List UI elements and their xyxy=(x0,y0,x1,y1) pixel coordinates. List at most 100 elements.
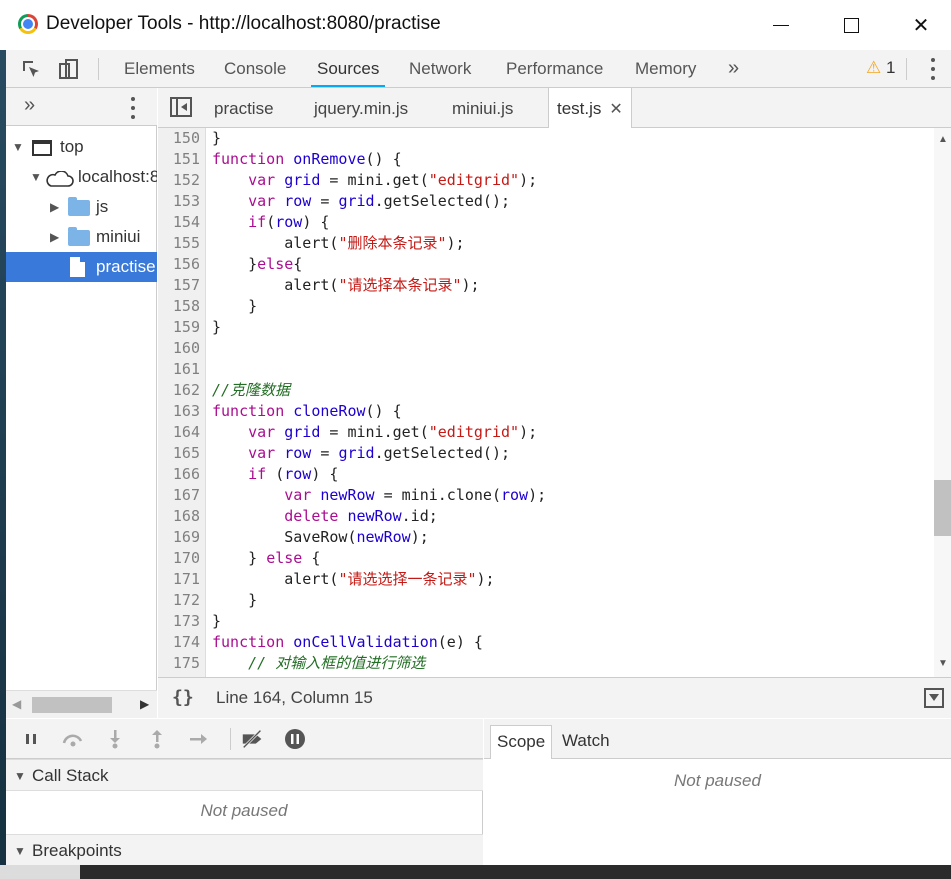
line-number[interactable]: 159 xyxy=(158,317,200,338)
tree-item-miniui[interactable]: ▶ miniui xyxy=(6,222,157,252)
code-line[interactable]: 154 if(row) { xyxy=(158,212,928,233)
tab-performance[interactable]: Performance xyxy=(506,50,603,87)
step-button[interactable] xyxy=(186,727,212,751)
line-number[interactable]: 165 xyxy=(158,443,200,464)
tree-item-js[interactable]: ▶ js xyxy=(6,192,157,222)
more-tabs-button[interactable]: » xyxy=(728,50,739,87)
code-line[interactable]: 150} xyxy=(158,128,928,149)
editor-vertical-scrollbar[interactable]: ▲ ▼ xyxy=(934,128,951,677)
warnings-counter[interactable]: ⚠ 1 xyxy=(866,58,895,78)
line-number[interactable]: 169 xyxy=(158,527,200,548)
code-line[interactable]: 164 var grid = mini.get("editgrid"); xyxy=(158,422,928,443)
code-line[interactable]: 165 var row = grid.getSelected(); xyxy=(158,443,928,464)
line-number[interactable]: 153 xyxy=(158,191,200,212)
minimize-button[interactable] xyxy=(766,10,796,40)
line-number[interactable]: 167 xyxy=(158,485,200,506)
code-line[interactable]: 155 alert("删除本条记录"); xyxy=(158,233,928,254)
call-stack-header[interactable]: ▼ Call Stack xyxy=(6,759,483,791)
line-number[interactable]: 174 xyxy=(158,632,200,653)
editor-tab-practise[interactable]: practise xyxy=(214,88,274,128)
editor-tab-miniui[interactable]: miniui.js xyxy=(452,88,513,128)
code-line[interactable]: 167 var newRow = mini.clone(row); xyxy=(158,485,928,506)
code-line[interactable]: 156 }else{ xyxy=(158,254,928,275)
inspect-element-button[interactable] xyxy=(18,56,44,82)
customize-menu-button[interactable] xyxy=(930,58,936,80)
code-line[interactable]: 151 function onRemove() { xyxy=(158,149,928,170)
tab-elements[interactable]: Elements xyxy=(124,50,195,87)
tree-item-practise[interactable]: practise xyxy=(6,252,157,282)
code-line[interactable]: 166 if (row) { xyxy=(158,464,928,485)
scrollbar-thumb[interactable] xyxy=(32,697,112,713)
editor-tab-jquery[interactable]: jquery.min.js xyxy=(314,88,408,128)
more-navigator-tabs-icon[interactable]: » xyxy=(24,94,35,117)
line-number[interactable]: 166 xyxy=(158,464,200,485)
tab-memory[interactable]: Memory xyxy=(635,50,696,87)
code-line[interactable]: 175 // 对输入框的值进行筛选 xyxy=(158,653,928,674)
device-toolbar-button[interactable] xyxy=(56,56,82,82)
line-number[interactable]: 164 xyxy=(158,422,200,443)
code-line[interactable]: 163 function cloneRow() { xyxy=(158,401,928,422)
line-number[interactable]: 150 xyxy=(158,128,200,149)
line-number[interactable]: 156 xyxy=(158,254,200,275)
code-line[interactable]: 157 alert("请选择本条记录"); xyxy=(158,275,928,296)
line-number[interactable]: 155 xyxy=(158,233,200,254)
pretty-print-button[interactable]: {} xyxy=(172,687,194,708)
line-number[interactable]: 154 xyxy=(158,212,200,233)
line-number[interactable]: 173 xyxy=(158,611,200,632)
navigator-horizontal-scrollbar[interactable]: ◀ ▶ xyxy=(6,690,157,718)
line-number[interactable]: 171 xyxy=(158,569,200,590)
close-button[interactable]: ✕ xyxy=(906,10,936,40)
line-number[interactable]: 152 xyxy=(158,170,200,191)
step-into-button[interactable] xyxy=(102,727,128,751)
code-line[interactable]: 174 function onCellValidation(e) { xyxy=(158,632,928,653)
step-out-button[interactable] xyxy=(144,727,170,751)
code-line[interactable]: 159} xyxy=(158,317,928,338)
line-number[interactable]: 161 xyxy=(158,359,200,380)
tree-item-top[interactable]: ▼ top xyxy=(6,132,157,162)
scrollbar-thumb[interactable] xyxy=(934,480,951,536)
code-line[interactable]: 172 } xyxy=(158,590,928,611)
toggle-navigator-icon[interactable] xyxy=(170,97,192,117)
scroll-right-icon[interactable]: ▶ xyxy=(140,697,149,711)
navigator-menu-button[interactable] xyxy=(130,97,136,119)
code-editor[interactable]: 150} 151 function onRemove() {152 var grid… xyxy=(158,128,951,677)
code-line[interactable]: 153 var row = grid.getSelected(); xyxy=(158,191,928,212)
pause-on-exceptions-button[interactable] xyxy=(282,727,308,751)
line-number[interactable]: 151 xyxy=(158,149,200,170)
breakpoints-header[interactable]: ▼ Breakpoints xyxy=(6,834,483,866)
code-line[interactable]: 171 alert("请选选择一条记录"); xyxy=(158,569,928,590)
deactivate-breakpoints-button[interactable] xyxy=(240,727,266,751)
tab-watch[interactable]: Watch xyxy=(556,725,616,759)
code-line[interactable]: 173} xyxy=(158,611,928,632)
editor-tab-test[interactable]: test.js ✕ xyxy=(548,88,632,129)
tab-sources[interactable]: Sources xyxy=(310,50,386,87)
tab-console[interactable]: Console xyxy=(224,50,286,87)
line-number[interactable]: 168 xyxy=(158,506,200,527)
scroll-left-icon[interactable]: ◀ xyxy=(12,697,21,711)
line-number[interactable]: 157 xyxy=(158,275,200,296)
code-line[interactable]: 170 } else { xyxy=(158,548,928,569)
show-debugger-icon[interactable] xyxy=(924,688,944,708)
line-number[interactable]: 163 xyxy=(158,401,200,422)
code-line[interactable]: 169 SaveRow(newRow); xyxy=(158,527,928,548)
line-number[interactable]: 160 xyxy=(158,338,200,359)
code-line[interactable]: 161 xyxy=(158,359,928,380)
tab-network[interactable]: Network xyxy=(409,50,471,87)
code-line[interactable]: 158 } xyxy=(158,296,928,317)
pause-button[interactable] xyxy=(18,727,44,751)
code-line[interactable]: 160 xyxy=(158,338,928,359)
tree-item-localhost[interactable]: ▼ localhost:8080 xyxy=(6,162,157,192)
line-number[interactable]: 175 xyxy=(158,653,200,674)
line-number[interactable]: 162 xyxy=(158,380,200,401)
code-line[interactable]: 168 delete newRow.id; xyxy=(158,506,928,527)
line-number[interactable]: 170 xyxy=(158,548,200,569)
close-tab-icon[interactable]: ✕ xyxy=(609,101,622,118)
tab-scope[interactable]: Scope xyxy=(490,725,553,759)
line-number[interactable]: 172 xyxy=(158,590,200,611)
scroll-down-icon[interactable]: ▼ xyxy=(938,658,948,669)
taskbar-item[interactable] xyxy=(0,865,80,879)
step-over-button[interactable] xyxy=(60,727,86,751)
code-line[interactable]: 152 var grid = mini.get("editgrid"); xyxy=(158,170,928,191)
line-number[interactable]: 158 xyxy=(158,296,200,317)
code-line[interactable]: 162 //克隆数据 xyxy=(158,380,928,401)
